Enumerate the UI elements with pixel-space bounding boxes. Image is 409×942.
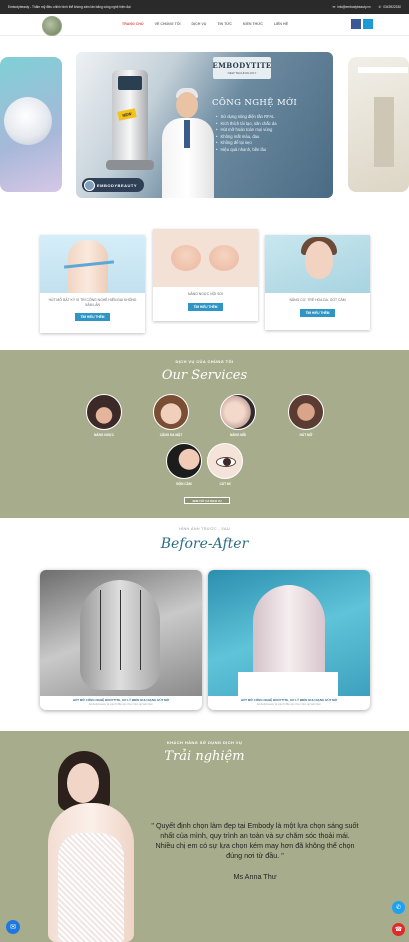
doctor-image: [158, 82, 218, 198]
card-image: [265, 235, 370, 293]
testimonial-quote: " Quyết định chọn làm đẹp tại Embody là …: [151, 821, 359, 860]
hero-bullets: Sử dụng sóng điện tần RFAL Kích thích tá…: [216, 114, 276, 153]
service-item[interactable]: CĂNG DA MẶT: [153, 394, 189, 437]
slide-current[interactable]: NEW EMBODYTITE NEW TECHNOLOGY CÔNG NGHỆ …: [76, 52, 333, 198]
nav-item-knowledge[interactable]: KIẾN THỨC: [243, 22, 263, 26]
topbar-email[interactable]: ✉ info@embodybeauty.vn: [333, 5, 371, 9]
nav-item-services[interactable]: DỊCH VỤ: [192, 22, 207, 26]
card-image: [153, 229, 258, 287]
feature-card[interactable]: NÂNG NGỰC NỘI SOI TÌM HIỂU THÊM: [153, 229, 258, 321]
before-after-subtitle: HÌNH ẢNH TRƯỚC - SAU: [179, 527, 230, 531]
face-icon: [153, 394, 189, 430]
nav-item-home[interactable]: TRANG CHỦ: [122, 22, 144, 26]
top-bar: Embodybeauty - Thẩm mỹ điều chỉnh hình t…: [0, 0, 409, 14]
device-image: [4, 97, 52, 145]
messenger-icon[interactable]: ✉: [6, 920, 20, 934]
main-nav: TRANG CHỦ VỀ CHÚNG TÔI DỊCH VỤ TIN TỨC K…: [0, 14, 409, 36]
facebook-icon[interactable]: [351, 19, 361, 29]
card-image: [40, 235, 145, 293]
learn-more-button[interactable]: TÌM HIỂU THÊM: [74, 313, 111, 322]
testimonial-author: Ms Anna Thư: [233, 872, 277, 881]
phone-call-icon[interactable]: ☎: [392, 923, 405, 936]
hero-title: CÔNG NGHỆ MỚI: [212, 98, 298, 108]
chat-icon[interactable]: ✆: [392, 901, 405, 914]
service-item[interactable]: HÚT MỠ: [288, 394, 324, 437]
eye-icon: [207, 443, 243, 479]
before-after-image: [40, 570, 202, 696]
before-after-card[interactable]: HÚT MỠ CÔNG NGHỆ BODYTITE, XỬ LÝ MIỄN KH…: [40, 570, 202, 710]
slide-prev[interactable]: [0, 57, 62, 192]
learn-more-button[interactable]: TÌM HIỂU THÊM: [299, 308, 336, 317]
nav-item-contact[interactable]: LIÊN HỆ: [274, 22, 288, 26]
before-after-image: [208, 570, 370, 696]
body-icon: [288, 394, 324, 430]
services-section: DỊCH VỤ CỦA CHÚNG TÔI Our Services NÂNG …: [0, 350, 409, 518]
testimonial-section: KHÁCH HÀNG SỬ DỤNG DỊCH VỤ Trải nghiệm "…: [0, 731, 409, 942]
nav-item-news[interactable]: TIN TỨC: [217, 22, 232, 26]
service-item[interactable]: ĐỘN CẰM: [166, 443, 202, 486]
phone-icon: ✆: [378, 5, 382, 9]
before-after-title: Before-After: [160, 536, 249, 552]
slide-next[interactable]: [348, 57, 409, 192]
chin-icon: [166, 443, 202, 479]
nav-item-about[interactable]: VỀ CHÚNG TÔI: [155, 22, 181, 26]
topbar-tagline: Embodybeauty - Thẩm mỹ điều chỉnh hình t…: [8, 5, 131, 9]
topbar-phone[interactable]: ✆ 0343922330: [379, 5, 401, 9]
site-logo[interactable]: [42, 16, 62, 36]
view-all-services-button[interactable]: XEM TẤT CẢ DỊCH VỤ: [184, 497, 230, 504]
testimonial-subtitle: KHÁCH HÀNG SỬ DỤNG DỊCH VỤ: [166, 740, 243, 745]
embody-logo: EMBODYBEAUTY: [82, 178, 144, 192]
feature-card[interactable]: HÚT MỠ BẤT KỲ VỊ TRÍ CÔNG NGHỆ HIỆN ĐẠI …: [40, 235, 145, 333]
service-item[interactable]: CẮT MÍ: [207, 443, 243, 486]
service-item[interactable]: NÂNG MŨI: [220, 394, 256, 437]
breast-icon: [86, 394, 122, 430]
customer-photo: [40, 751, 150, 942]
nose-icon: [220, 394, 256, 430]
mail-icon: ✉: [332, 5, 336, 9]
feature-card[interactable]: NÂNG CƠ, TRẺ HÓA DA, GỌT CẰM TÌM HIỂU TH…: [265, 235, 370, 330]
services-subtitle: DỊCH VỤ CỦA CHÚNG TÔI: [175, 359, 234, 364]
learn-more-button[interactable]: TÌM HIỂU THÊM: [187, 302, 224, 311]
service-item[interactable]: NÂNG NGỰC: [86, 394, 122, 437]
before-after-card[interactable]: HÚT MỠ CÔNG NGHỆ BODYTITE, XỬ LÝ MIỄN KH…: [208, 570, 370, 710]
social-icon[interactable]: [363, 19, 373, 29]
services-title: Our Services: [161, 368, 248, 383]
brand-box: EMBODYTITE NEW TECHNOLOGY: [212, 57, 271, 79]
hero-slider[interactable]: NEW EMBODYTITE NEW TECHNOLOGY CÔNG NGHỆ …: [0, 45, 409, 205]
